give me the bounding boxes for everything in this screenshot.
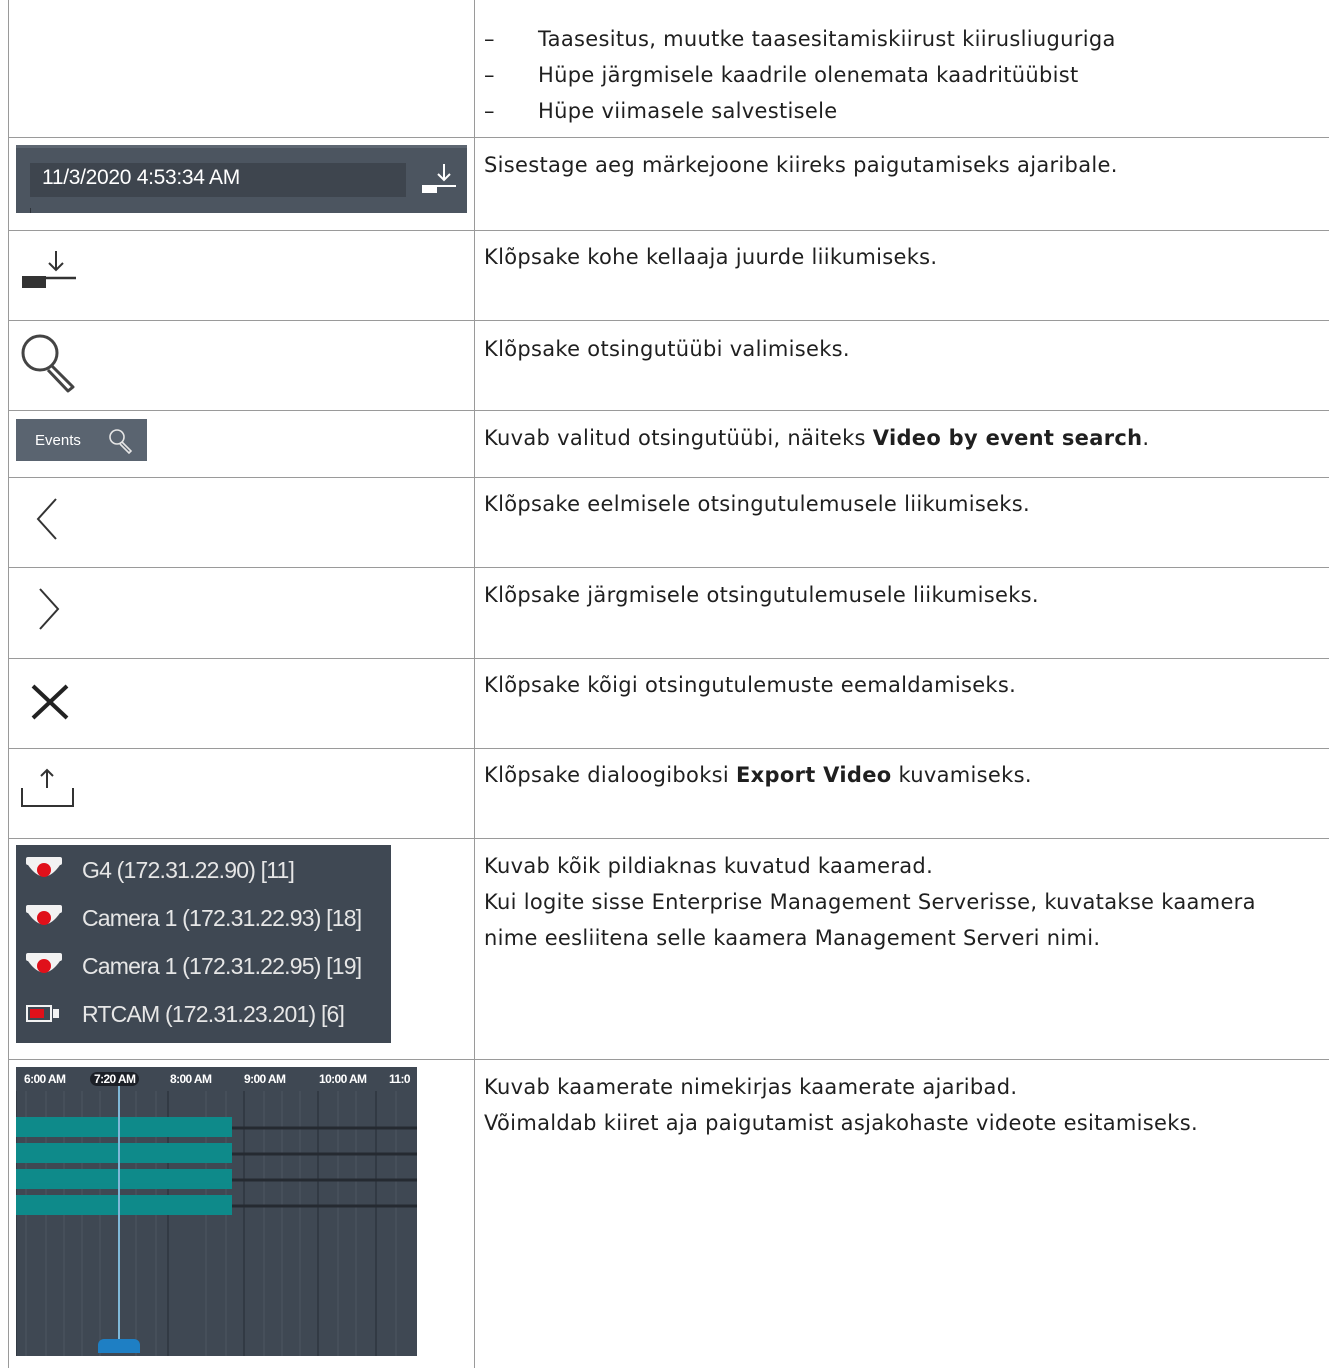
- timeline-active-time-label: 7:20 AM: [90, 1072, 140, 1086]
- camera-timeline[interactable]: 6:00 AM 7:20 AM 8:00 AM 9:00 AM 10:00 AM…: [16, 1067, 417, 1356]
- dome-camera-icon: [26, 953, 62, 973]
- camera-list-item[interactable]: RTCAM (172.31.23.201) [6]: [16, 993, 391, 1033]
- dome-camera-icon: [26, 857, 62, 877]
- table-column-divider: [474, 0, 475, 1368]
- description-camera-list-line: Kuvab kõik pildiaknas kuvatud kaamerad.: [484, 854, 934, 878]
- bullet-dash: –: [484, 27, 495, 51]
- description-search-type: Klõpsake otsingutüübi valimiseks.: [484, 337, 850, 361]
- timeline-cursor[interactable]: [118, 1085, 120, 1347]
- row-divider: [8, 1059, 1329, 1060]
- description-jump-to-time: Klõpsake kohe kellaaja juurde liikumisek…: [484, 245, 938, 269]
- bullet-dash: –: [484, 99, 495, 123]
- description-date-field: Sisestage aeg märkejoone kiireks paiguta…: [484, 153, 1118, 177]
- recording-segment[interactable]: [16, 1169, 232, 1189]
- description-next-result: Klõpsake järgmisele otsingutulemusele li…: [484, 583, 1039, 607]
- camera-name: G4 (172.31.22.90) [11]: [82, 857, 295, 883]
- bullet-text: Hüpe viimasele salvestisele: [538, 99, 838, 123]
- row-divider: [8, 748, 1329, 749]
- timeline-time-label: 8:00 AM: [170, 1072, 212, 1086]
- dome-camera-icon: [26, 905, 62, 925]
- timeline-time-label: 9:00 AM: [244, 1072, 286, 1086]
- camera-list-item[interactable]: Camera 1 (172.31.22.95) [19]: [16, 945, 391, 985]
- bullet-text: Taasesitus, muutke taasesitamiskiirust k…: [538, 27, 1116, 51]
- camera-name: RTCAM (172.31.23.201) [6]: [82, 1001, 345, 1027]
- jump-to-time-icon[interactable]: [420, 162, 458, 198]
- camera-name: Camera 1 (172.31.22.95) [19]: [82, 953, 362, 979]
- row-divider: [8, 230, 1329, 231]
- description-camera-list-line: Kui logite sisse Enterprise Management S…: [484, 890, 1256, 914]
- date-field-ticks: [30, 208, 407, 213]
- events-button-label: Events: [35, 432, 81, 449]
- camera-list: G4 (172.31.22.90) [11] Camera 1 (172.31.…: [16, 845, 391, 1043]
- row-divider: [8, 567, 1329, 568]
- camera-list-item[interactable]: G4 (172.31.22.90) [11]: [16, 849, 391, 889]
- date-time-value: 11/3/2020 4:53:34 AM: [42, 166, 240, 189]
- description-text: Klõpsake dialoogiboksi: [484, 763, 737, 787]
- timeline-time-label: 10:00 AM: [319, 1072, 367, 1086]
- timeline-time-label: 6:00 AM: [24, 1072, 66, 1086]
- chevron-right-icon[interactable]: [36, 586, 64, 632]
- bullet-text: Hüpe järgmisele kaadrile olenemata kaadr…: [538, 63, 1079, 87]
- events-search-button[interactable]: Events: [16, 419, 147, 461]
- export-icon[interactable]: [20, 766, 76, 810]
- camera-name: Camera 1 (172.31.22.93) [18]: [82, 905, 362, 931]
- jump-to-time-icon[interactable]: [20, 247, 78, 293]
- description-timeline-line: Kuvab kaamerate nimekirjas kaamerate aja…: [484, 1075, 1018, 1099]
- search-icon[interactable]: [18, 331, 82, 393]
- row-divider: [8, 410, 1329, 411]
- description-text: kuvamiseks.: [891, 763, 1032, 787]
- row-divider: [8, 477, 1329, 478]
- description-bold: Video by event search: [872, 426, 1143, 450]
- camera-list-item[interactable]: Camera 1 (172.31.22.93) [18]: [16, 897, 391, 937]
- description-text: .: [1142, 426, 1150, 450]
- description-text: Kuvab valitud otsingutüübi, näiteks: [484, 426, 873, 450]
- recording-segment[interactable]: [16, 1195, 232, 1215]
- description-previous-result: Klõpsake eelmisele otsingutulemusele lii…: [484, 492, 1030, 516]
- timeline-cursor-handle[interactable]: [98, 1339, 140, 1353]
- row-divider: [8, 658, 1329, 659]
- date-time-bar: 11/3/2020 4:53:34 AM: [16, 145, 467, 213]
- row-divider: [8, 838, 1329, 839]
- description-timeline-line: Võimaldab kiiret aja paigutamist asjakoh…: [484, 1111, 1198, 1135]
- bullet-dash: –: [484, 63, 495, 87]
- close-icon[interactable]: [30, 683, 70, 721]
- search-icon: [109, 429, 133, 454]
- description-camera-list-line: nime eesliitena selle kaamera Management…: [484, 926, 1101, 950]
- timeline-time-label: 11:0: [389, 1072, 411, 1086]
- description-clear-results: Klõpsake kõigi otsingutulemuste eemaldam…: [484, 673, 1017, 697]
- recording-segment[interactable]: [16, 1143, 232, 1163]
- recording-segment[interactable]: [16, 1117, 232, 1137]
- table-left-border: [8, 0, 9, 1368]
- description-export-video: Klõpsake dialoogiboksi Export Video kuva…: [484, 757, 1032, 793]
- chevron-left-icon[interactable]: [34, 496, 62, 542]
- description-events-button: Kuvab valitud otsingutüübi, näiteks Vide…: [484, 420, 1149, 456]
- row-divider: [8, 320, 1329, 321]
- description-bold: Export Video: [736, 763, 892, 787]
- row-divider: [8, 137, 1329, 138]
- box-camera-icon: [26, 1005, 59, 1022]
